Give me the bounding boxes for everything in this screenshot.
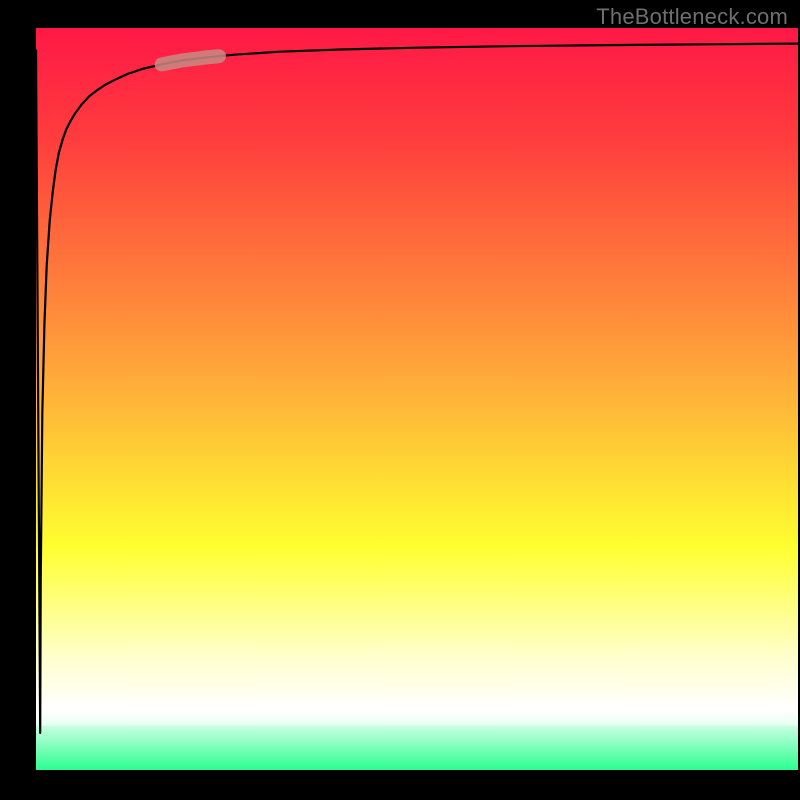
plot-area [36, 28, 798, 770]
chart-svg [0, 0, 800, 800]
watermark-label: TheBottleneck.com [596, 4, 788, 30]
white-band [36, 700, 798, 726]
chart-stage: TheBottleneck.com [0, 0, 800, 800]
curve-highlight-segment [162, 56, 219, 64]
